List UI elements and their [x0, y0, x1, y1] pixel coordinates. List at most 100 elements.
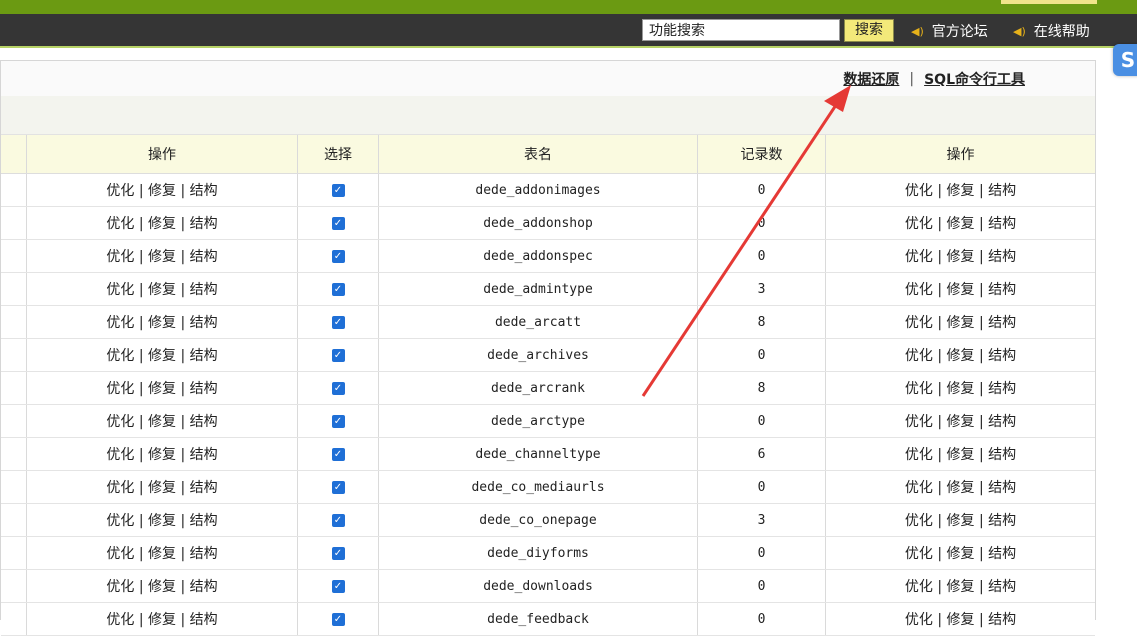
row-ops-right[interactable]: 优化 | 修复 | 结构: [826, 471, 1095, 503]
row-select[interactable]: ✓: [298, 372, 379, 404]
ops-links[interactable]: 优化 | 修复 | 结构: [905, 279, 1016, 299]
row-checkbox[interactable]: ✓: [331, 546, 345, 560]
row-checkbox[interactable]: ✓: [331, 414, 345, 428]
ops-links[interactable]: 优化 | 修复 | 结构: [905, 378, 1016, 398]
row-ops-left[interactable]: 优化 | 修复 | 结构: [27, 438, 298, 470]
function-search-input[interactable]: [642, 19, 840, 41]
row-ops-right[interactable]: 优化 | 修复 | 结构: [826, 273, 1095, 305]
side-widget-button[interactable]: S: [1113, 44, 1137, 76]
row-checkbox[interactable]: ✓: [331, 513, 345, 527]
row-checkbox[interactable]: ✓: [331, 315, 345, 329]
row-select[interactable]: ✓: [298, 273, 379, 305]
row-table-name: dede_addonshop: [379, 207, 698, 239]
ops-links[interactable]: 优化 | 修复 | 结构: [905, 477, 1016, 497]
ops-links[interactable]: 优化 | 修复 | 结构: [905, 609, 1016, 629]
row-ops-right[interactable]: 优化 | 修复 | 结构: [826, 207, 1095, 239]
row-ops-right[interactable]: 优化 | 修复 | 结构: [826, 240, 1095, 272]
row-select[interactable]: ✓: [298, 405, 379, 437]
row-select[interactable]: ✓: [298, 339, 379, 371]
row-record-count: 0: [698, 207, 826, 239]
row-select[interactable]: ✓: [298, 537, 379, 569]
row-checkbox[interactable]: ✓: [331, 249, 345, 263]
row-select[interactable]: ✓: [298, 174, 379, 206]
data-restore-link[interactable]: 数据还原: [843, 69, 899, 89]
row-ops-right[interactable]: 优化 | 修复 | 结构: [826, 306, 1095, 338]
ops-links[interactable]: 优化 | 修复 | 结构: [905, 444, 1016, 464]
forum-link[interactable]: ◀) 官方论坛: [911, 22, 988, 42]
table-name: dede_arctype: [491, 413, 585, 429]
row-ops-left[interactable]: 优化 | 修复 | 结构: [27, 240, 298, 272]
record-count: 0: [757, 215, 766, 231]
row-checkbox[interactable]: ✓: [331, 480, 345, 494]
row-select[interactable]: ✓: [298, 603, 379, 635]
ops-links[interactable]: 优化 | 修复 | 结构: [106, 213, 217, 233]
row-ops-left[interactable]: 优化 | 修复 | 结构: [27, 504, 298, 536]
row-ops-right[interactable]: 优化 | 修复 | 结构: [826, 372, 1095, 404]
row-ops-left[interactable]: 优化 | 修复 | 结构: [27, 207, 298, 239]
row-ops-left[interactable]: 优化 | 修复 | 结构: [27, 405, 298, 437]
sql-tool-link[interactable]: SQL命令行工具: [924, 69, 1025, 89]
row-ops-right[interactable]: 优化 | 修复 | 结构: [826, 174, 1095, 206]
ops-links[interactable]: 优化 | 修复 | 结构: [106, 246, 217, 266]
ops-links[interactable]: 优化 | 修复 | 结构: [905, 345, 1016, 365]
row-ops-left[interactable]: 优化 | 修复 | 结构: [27, 603, 298, 635]
ops-links[interactable]: 优化 | 修复 | 结构: [106, 444, 217, 464]
row-checkbox[interactable]: ✓: [331, 612, 345, 626]
row-checkbox[interactable]: ✓: [331, 447, 345, 461]
row-select[interactable]: ✓: [298, 240, 379, 272]
row-ops-right[interactable]: 优化 | 修复 | 结构: [826, 504, 1095, 536]
row-checkbox[interactable]: ✓: [331, 282, 345, 296]
row-checkbox[interactable]: ✓: [331, 216, 345, 230]
search-button[interactable]: 搜索: [844, 19, 894, 42]
row-ops-right[interactable]: 优化 | 修复 | 结构: [826, 339, 1095, 371]
ops-links[interactable]: 优化 | 修复 | 结构: [905, 543, 1016, 563]
online-help-link[interactable]: ◀) 在线帮助: [1013, 22, 1090, 42]
ops-links[interactable]: 优化 | 修复 | 结构: [905, 576, 1016, 596]
row-ops-right[interactable]: 优化 | 修复 | 结构: [826, 438, 1095, 470]
row-ops-left[interactable]: 优化 | 修复 | 结构: [27, 471, 298, 503]
row-ops-right[interactable]: 优化 | 修复 | 结构: [826, 405, 1095, 437]
row-select[interactable]: ✓: [298, 207, 379, 239]
row-ops-left[interactable]: 优化 | 修复 | 结构: [27, 174, 298, 206]
row-ops-left[interactable]: 优化 | 修复 | 结构: [27, 570, 298, 602]
header-cell-ops-right: 操作: [946, 147, 975, 163]
ops-links[interactable]: 优化 | 修复 | 结构: [106, 609, 217, 629]
row-select[interactable]: ✓: [298, 438, 379, 470]
row-ops-right[interactable]: 优化 | 修复 | 结构: [826, 570, 1095, 602]
row-ops-left[interactable]: 优化 | 修复 | 结构: [27, 537, 298, 569]
toolbar-separator: |: [909, 71, 915, 87]
ops-links[interactable]: 优化 | 修复 | 结构: [905, 246, 1016, 266]
record-count: 3: [757, 512, 766, 528]
ops-links[interactable]: 优化 | 修复 | 结构: [905, 180, 1016, 200]
ops-links[interactable]: 优化 | 修复 | 结构: [106, 510, 217, 530]
ops-links[interactable]: 优化 | 修复 | 结构: [106, 345, 217, 365]
row-select[interactable]: ✓: [298, 570, 379, 602]
ops-links[interactable]: 优化 | 修复 | 结构: [106, 279, 217, 299]
row-ops-left[interactable]: 优化 | 修复 | 结构: [27, 273, 298, 305]
ops-links[interactable]: 优化 | 修复 | 结构: [905, 510, 1016, 530]
ops-links[interactable]: 优化 | 修复 | 结构: [106, 180, 217, 200]
ops-links[interactable]: 优化 | 修复 | 结构: [106, 312, 217, 332]
row-checkbox[interactable]: ✓: [331, 348, 345, 362]
row-select[interactable]: ✓: [298, 471, 379, 503]
ops-links[interactable]: 优化 | 修复 | 结构: [106, 477, 217, 497]
row-ops-right[interactable]: 优化 | 修复 | 结构: [826, 603, 1095, 635]
row-checkbox[interactable]: ✓: [331, 183, 345, 197]
ops-links[interactable]: 优化 | 修复 | 结构: [106, 576, 217, 596]
ops-links[interactable]: 优化 | 修复 | 结构: [905, 312, 1016, 332]
ops-links[interactable]: 优化 | 修复 | 结构: [106, 543, 217, 563]
row-ops-left[interactable]: 优化 | 修复 | 结构: [27, 306, 298, 338]
row-record-count: 0: [698, 537, 826, 569]
ops-links[interactable]: 优化 | 修复 | 结构: [106, 378, 217, 398]
ops-links[interactable]: 优化 | 修复 | 结构: [905, 213, 1016, 233]
row-ops-left[interactable]: 优化 | 修复 | 结构: [27, 339, 298, 371]
row-select[interactable]: ✓: [298, 504, 379, 536]
row-ops-right[interactable]: 优化 | 修复 | 结构: [826, 537, 1095, 569]
ops-links[interactable]: 优化 | 修复 | 结构: [905, 411, 1016, 431]
table-name: dede_co_onepage: [479, 512, 597, 528]
row-checkbox[interactable]: ✓: [331, 381, 345, 395]
row-select[interactable]: ✓: [298, 306, 379, 338]
row-checkbox[interactable]: ✓: [331, 579, 345, 593]
ops-links[interactable]: 优化 | 修复 | 结构: [106, 411, 217, 431]
row-ops-left[interactable]: 优化 | 修复 | 结构: [27, 372, 298, 404]
